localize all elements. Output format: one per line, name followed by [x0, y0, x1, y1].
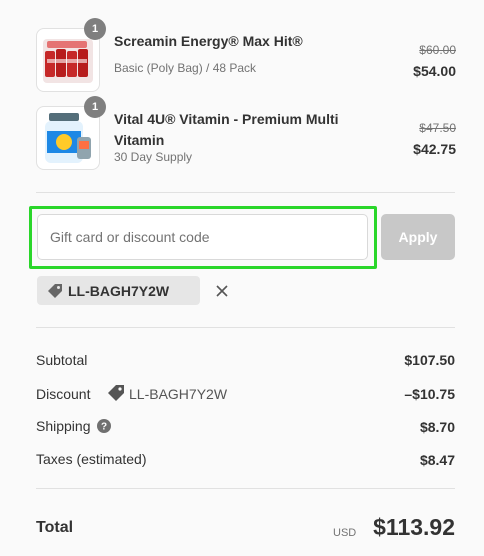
product-price: $42.75 — [413, 141, 456, 157]
discount-value: –$10.75 — [404, 386, 455, 402]
line-item: 1 Vital 4U® Vitamin - Premium Multi Vita… — [36, 96, 456, 170]
product-variant: Basic (Poly Bag) / 48 Pack — [114, 61, 257, 75]
product-variant: 30 Day Supply — [114, 150, 193, 164]
discount-code-input[interactable] — [37, 214, 368, 260]
quantity-badge: 1 — [84, 18, 106, 40]
divider — [36, 192, 455, 193]
compare-at-price: $60.00 — [419, 43, 456, 57]
product-price: $54.00 — [413, 63, 456, 79]
shipping-value: $8.70 — [419, 419, 455, 435]
taxes-label: Taxes (estimated) — [36, 451, 147, 467]
total-value: $113.92 — [373, 514, 455, 540]
divider — [36, 488, 455, 489]
taxes-value: $8.47 — [419, 452, 455, 468]
applied-discount-code: LL-BAGH7Y2W — [68, 283, 170, 299]
quantity-badge: 1 — [84, 96, 106, 118]
product-thumbnail: 1 — [36, 96, 106, 170]
subtotal-label: Subtotal — [36, 352, 88, 368]
applied-discount-tag: LL-BAGH7Y2W — [37, 276, 228, 305]
product-name: Vital 4U® Vitamin - Premium Multi Vitami… — [114, 111, 339, 148]
summary-discount-code: LL-BAGH7Y2W — [129, 386, 228, 402]
close-icon[interactable] — [213, 282, 231, 300]
subtotal-value: $107.50 — [404, 352, 455, 368]
total-label: Total — [36, 519, 74, 536]
product-thumbnail: 1 — [36, 18, 106, 92]
tag-icon — [48, 284, 62, 298]
apply-button[interactable]: Apply — [381, 214, 455, 260]
svg-text:?: ? — [101, 422, 107, 433]
question-circle-icon[interactable]: ? — [97, 419, 111, 433]
line-item: 1 Screamin Energy® Max Hit® Basic (Poly … — [36, 18, 456, 92]
product-name: Screamin Energy® Max Hit® — [114, 33, 303, 49]
divider — [36, 327, 455, 328]
compare-at-price: $47.50 — [419, 121, 456, 135]
currency-code: USD — [333, 527, 357, 539]
tag-icon — [108, 385, 124, 401]
discount-label: Discount — [36, 386, 91, 402]
shipping-label: Shipping — [36, 418, 91, 434]
